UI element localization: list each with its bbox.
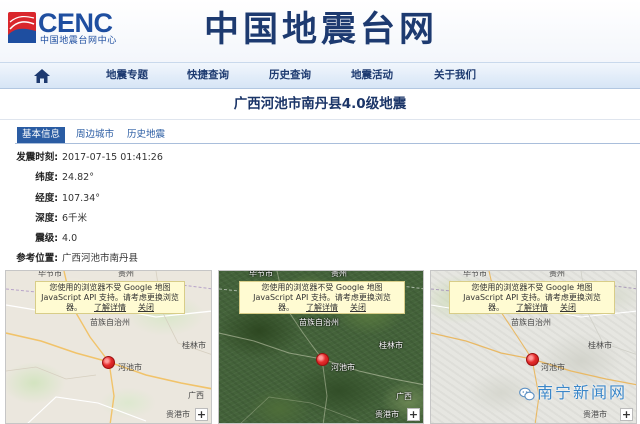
road-line [6, 366, 97, 380]
map-terrain[interactable]: 毕节市 贵州 苗族自治州 桂林市 河池市 贵港市 您使用的浏览器不受 Googl… [430, 270, 637, 424]
close-link[interactable]: 关闭 [350, 303, 366, 312]
nav-item-quick-query[interactable]: 快捷查询 [168, 63, 248, 88]
warning-line-actions: 器。 了解详情 关闭 [36, 303, 184, 313]
cenc-logo-icon [8, 12, 36, 43]
map-label-miaozu: 苗族自治州 [299, 318, 339, 327]
wechat-bubble [524, 391, 535, 401]
tab-basic-info[interactable]: 基本信息 [17, 127, 66, 143]
info-label-magnitude: 震级: [35, 233, 58, 244]
road-line [27, 396, 147, 423]
epicenter-marker-icon[interactable] [526, 353, 539, 366]
info-value-magnitude: 4.0 [62, 233, 78, 244]
map-label-bijie: 毕节市 [249, 270, 273, 278]
warning-line: 您使用的浏览器不受 Google 地图 [49, 283, 171, 292]
close-link[interactable]: 关闭 [138, 303, 154, 312]
map-label-guizhou: 贵州 [331, 270, 347, 278]
info-row: 纬度: 24.82° [0, 172, 400, 184]
info-value-location: 广西河池市南丹县 [62, 253, 139, 264]
info-value-depth: 6千米 [62, 213, 88, 224]
info-value-latitude: 24.82° [62, 172, 94, 183]
browser-warning: 您使用的浏览器不受 Google 地图 JavaScript API 支持。请考… [239, 281, 405, 314]
epicenter-marker-icon[interactable] [316, 353, 329, 366]
map-label-guigang: 贵港市 [375, 410, 399, 419]
map-label-miaozu: 苗族自治州 [90, 318, 130, 327]
map-label-guilin: 桂林市 [588, 341, 612, 350]
info-label-latitude: 纬度: [35, 172, 58, 183]
nav-item-about[interactable]: 关于我们 [415, 63, 495, 88]
browser-warning: 您使用的浏览器不受 Google 地图 JavaScript API 支持。请考… [35, 281, 185, 314]
warning-line: 您使用的浏览器不受 Google 地图 [471, 283, 593, 292]
title-row: 广西河池市南丹县4.0级地震 [0, 89, 640, 120]
info-value-time: 2017-07-15 01:41:26 [62, 152, 163, 163]
map-label-guizhou: 贵州 [118, 270, 134, 278]
warning-line-actions: 器。 了解详情 关闭 [240, 303, 404, 313]
info-label-time: 发震时刻: [16, 152, 58, 163]
site-header: CENC 中国地震台网中心 中国地震台网 [0, 0, 640, 62]
map-label-guigang: 贵港市 [166, 410, 190, 419]
map-satellite[interactable]: 毕节市 贵州 苗族自治州 桂林市 河池市 广西 贵港市 您使用的浏览器不受 Go… [218, 270, 424, 424]
home-icon [34, 69, 50, 83]
cenc-logo[interactable]: CENC 中国地震台网中心 [0, 0, 130, 60]
map-label-guizhou: 贵州 [549, 270, 565, 278]
page-title: 广西河池市南丹县4.0级地震 [233, 96, 407, 112]
nav-item-topics[interactable]: 地震专题 [87, 63, 167, 88]
info-value-longitude: 107.34° [62, 193, 100, 204]
map-road[interactable]: 毕节市 贵州 苗族自治州 桂林市 河池市 广西 贵港市 您使用的浏览器不受 Go… [5, 270, 212, 424]
map-label-hechi: 河池市 [541, 363, 565, 372]
map-label-guigang: 贵港市 [583, 410, 607, 419]
tab-nearby-cities[interactable]: 周边城市 [71, 127, 119, 143]
zoom-in-button[interactable]: + [620, 408, 633, 421]
warning-line: JavaScript API 支持。请考虑更换浏览 [41, 293, 179, 302]
nav-item-history-query[interactable]: 历史查询 [250, 63, 330, 88]
warning-line-actions: 器。 了解详情 关闭 [450, 303, 614, 313]
info-label-longitude: 经度: [35, 193, 58, 204]
wechat-eye [525, 391, 528, 393]
wechat-icon [519, 387, 535, 401]
tab-history-quakes[interactable]: 历史地震 [122, 127, 170, 143]
warning-line: JavaScript API 支持。请考虑更换浏览 [253, 293, 391, 302]
browser-warning: 您使用的浏览器不受 Google 地图 JavaScript API 支持。请考… [449, 281, 615, 314]
info-row: 参考位置: 广西河池市南丹县 [0, 253, 400, 265]
nav-item-activity[interactable]: 地震活动 [332, 63, 412, 88]
home-link[interactable] [33, 68, 51, 84]
zoom-in-button[interactable]: + [407, 408, 420, 421]
site-title: 中国地震台网 [204, 9, 439, 50]
wechat-eye [522, 391, 525, 393]
map-label-miaozu: 苗族自治州 [511, 318, 551, 327]
map-label-bijie: 毕节市 [38, 270, 62, 278]
logo-subtitle: 中国地震台网中心 [40, 36, 117, 46]
road-line [240, 396, 360, 423]
learn-more-link[interactable]: 了解详情 [306, 303, 338, 312]
warning-line: 器。 [66, 303, 82, 312]
main-nav: 地震专题 快捷查询 历史查询 地震活动 关于我们 [0, 62, 640, 89]
map-label-guilin: 桂林市 [379, 341, 403, 350]
warning-line: 器。 [278, 303, 294, 312]
learn-more-link[interactable]: 了解详情 [94, 303, 126, 312]
warning-line: 器。 [488, 303, 504, 312]
info-row: 深度: 6千米 [0, 213, 400, 225]
warning-line: JavaScript API 支持。请考虑更换浏览 [463, 293, 601, 302]
home-icon-shape [34, 69, 50, 83]
map-label-guilin: 桂林市 [182, 341, 206, 350]
close-link[interactable]: 关闭 [560, 303, 576, 312]
info-label-depth: 深度: [35, 213, 58, 224]
warning-line: 您使用的浏览器不受 Google 地图 [261, 283, 383, 292]
epicenter-marker-icon[interactable] [102, 356, 115, 369]
info-row: 经度: 107.34° [0, 193, 400, 205]
info-label-location: 参考位置: [16, 253, 58, 264]
watermark-text: 南宁新闻网 [537, 383, 628, 402]
map-label-hechi: 河池市 [331, 363, 355, 372]
logo-text: CENC [38, 8, 113, 38]
map-label-hechi: 河池市 [118, 363, 142, 372]
learn-more-link[interactable]: 了解详情 [516, 303, 548, 312]
map-label-guangxi: 广西 [396, 392, 412, 401]
map-label-bijie: 毕节市 [463, 270, 487, 278]
map-label-guangxi: 广西 [188, 391, 204, 400]
tab-bar: 基本信息 周边城市 历史地震 [15, 127, 640, 144]
info-row: 震级: 4.0 [0, 233, 400, 245]
zoom-in-button[interactable]: + [195, 408, 208, 421]
info-row: 发震时刻: 2017-07-15 01:41:26 [0, 152, 400, 164]
